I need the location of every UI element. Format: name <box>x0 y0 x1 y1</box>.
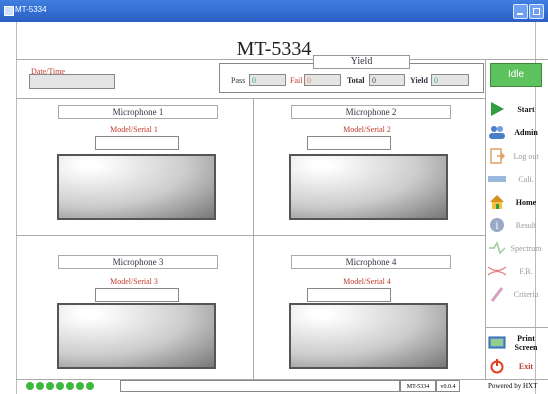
exit-label: Exit <box>518 361 534 371</box>
microphone-3-model-field[interactable] <box>95 288 179 302</box>
home-icon <box>488 193 506 211</box>
cali-button[interactable]: Cali. <box>486 168 546 190</box>
home-label: Home <box>515 197 537 207</box>
microphone-4-model-field[interactable] <box>307 288 391 302</box>
fail-field: 0 <box>304 74 341 86</box>
logout-icon <box>488 147 506 165</box>
microphone-2-title: Microphone 2 <box>291 105 451 119</box>
yield-label: Yield <box>410 76 428 85</box>
criteria-icon <box>488 285 506 303</box>
microphone-1-model-label: Model/Serial 1 <box>110 125 158 134</box>
pass-field: 0 <box>249 74 286 86</box>
yield-title: Yield <box>313 55 410 69</box>
microphone-1-display <box>57 154 216 220</box>
microphone-2-model-label: Model/Serial 2 <box>343 125 391 134</box>
divider <box>253 98 254 379</box>
divider <box>16 59 548 60</box>
criteria-button[interactable]: Criteria <box>486 283 546 305</box>
app-icon <box>4 6 14 16</box>
indicator-light <box>86 382 94 390</box>
indicator-light <box>36 382 44 390</box>
microphone-1-title: Microphone 1 <box>58 105 218 119</box>
yield-field: 0 <box>431 74 469 86</box>
indicator-light <box>56 382 64 390</box>
start-label: Start <box>517 104 535 114</box>
microphone-1-model-field[interactable] <box>95 136 179 150</box>
result-button[interactable]: i Result <box>486 214 546 236</box>
spectrum-label: Spectrum <box>510 243 542 253</box>
fr-label: F.R. <box>519 266 533 276</box>
logout-label: Log out <box>513 151 539 161</box>
admin-label: Admin <box>514 127 538 137</box>
home-button[interactable]: Home <box>486 191 546 213</box>
minimize-button[interactable] <box>513 4 528 19</box>
total-field: 0 <box>369 74 405 86</box>
cali-label: Cali. <box>518 174 534 184</box>
page-title: MT-5334 <box>236 38 312 60</box>
microphone-2-display <box>289 154 448 220</box>
indicator-light <box>66 382 74 390</box>
indicator-light <box>46 382 54 390</box>
info-icon: i <box>488 216 506 234</box>
spectrum-icon <box>488 239 506 257</box>
microphone-3-display <box>57 303 216 369</box>
microphone-2-model-field[interactable] <box>307 136 391 150</box>
print-screen-button[interactable]: Print Screen <box>486 331 546 355</box>
status-model: MT-5334 <box>400 380 436 392</box>
print-screen-label: Print Screen <box>514 334 538 352</box>
exit-button[interactable]: Exit <box>486 355 546 377</box>
status-indicator: Idle <box>490 63 542 87</box>
print-screen-icon <box>488 334 506 352</box>
indicator-light <box>76 382 84 390</box>
status-version: v0.0.4 <box>436 380 460 392</box>
spectrum-button[interactable]: Spectrum <box>486 237 546 259</box>
datetime-field <box>29 74 115 89</box>
users-icon <box>488 123 506 141</box>
start-button[interactable]: Start <box>486 98 546 120</box>
microphone-4-title: Microphone 4 <box>291 255 451 269</box>
fail-label: Fail <box>290 76 303 85</box>
fr-button[interactable]: F.R. <box>486 260 546 282</box>
logout-button[interactable]: Log out <box>486 145 546 167</box>
microphone-3-model-label: Model/Serial 3 <box>110 277 158 286</box>
microphone-4-model-label: Model/Serial 4 <box>343 277 391 286</box>
status-message <box>120 380 400 392</box>
indicator-light <box>26 382 34 390</box>
criteria-label: Criteria <box>513 289 539 299</box>
divider <box>16 235 486 236</box>
power-icon <box>488 357 506 375</box>
total-label: Total <box>347 76 365 85</box>
play-icon <box>488 100 506 118</box>
pass-label: Pass <box>231 76 246 85</box>
divider <box>486 327 548 328</box>
maximize-button[interactable] <box>529 4 544 19</box>
powered-by: Powered by HXT <box>488 382 538 390</box>
title-bar: MT-5334 <box>0 0 548 22</box>
divider <box>16 98 486 99</box>
frequency-response-icon <box>488 262 506 280</box>
microphone-4-display <box>289 303 448 369</box>
microphone-3-title: Microphone 3 <box>58 255 218 269</box>
admin-button[interactable]: Admin <box>486 121 546 143</box>
window-title: MT-5334 <box>15 5 47 14</box>
ruler-icon <box>488 170 506 188</box>
svg-text:i: i <box>495 221 498 232</box>
result-label: Result <box>515 220 537 230</box>
